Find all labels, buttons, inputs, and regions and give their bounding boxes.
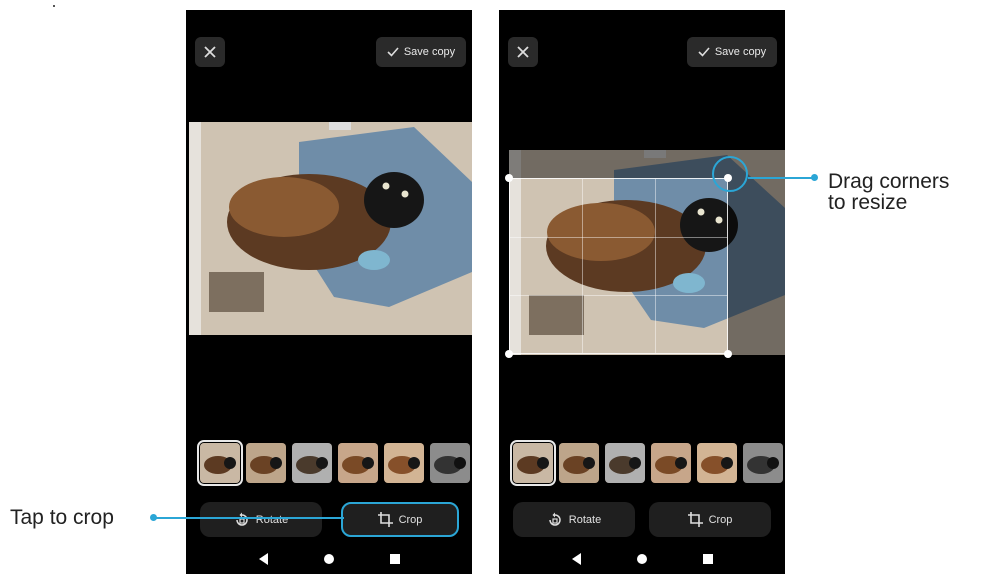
- rotate-button[interactable]: Rotate: [513, 502, 635, 537]
- phone-screen-crop-mode: Save copy Rotate Crop: [499, 10, 785, 574]
- drag-corners-callout-line2: to resize: [828, 191, 908, 214]
- crop-handle-bottom-left[interactable]: [505, 350, 513, 358]
- tap-to-crop-callout: Tap to crop: [10, 506, 114, 529]
- rotate-icon: [549, 512, 561, 526]
- save-copy-label: Save copy: [403, 46, 456, 58]
- close-button[interactable]: [195, 37, 225, 67]
- phone-screen-before-crop: Save copy Rotate Crop: [186, 10, 472, 574]
- crop-label: Crop: [708, 513, 733, 526]
- filter-thumbnail[interactable]: [743, 443, 783, 483]
- system-nav-bar: [499, 545, 785, 573]
- filter-thumbnail[interactable]: [651, 443, 691, 483]
- nav-home-icon[interactable]: [323, 554, 334, 564]
- nav-back-icon[interactable]: [258, 553, 268, 565]
- close-icon: [517, 46, 529, 58]
- crop-frame[interactable]: [509, 178, 728, 354]
- rotate-label: Rotate: [568, 513, 602, 526]
- close-button[interactable]: [508, 37, 538, 67]
- system-nav-bar: [186, 545, 472, 573]
- rotate-icon: [236, 512, 248, 526]
- crop-handle-bottom-right[interactable]: [724, 350, 732, 358]
- filter-thumbnail[interactable]: [559, 443, 599, 483]
- rotate-label: Rotate: [255, 513, 289, 526]
- drag-corners-callout-line1: Drag corners: [828, 170, 950, 193]
- save-copy-label: Save copy: [714, 46, 767, 58]
- nav-recent-icon[interactable]: [702, 554, 713, 564]
- save-copy-button[interactable]: Save copy: [376, 37, 466, 67]
- filter-thumbnail-strip: [510, 440, 785, 486]
- callout-line: [154, 517, 344, 519]
- filter-thumbnail-strip: [197, 440, 472, 486]
- filter-thumbnail[interactable]: [430, 443, 470, 483]
- crop-button[interactable]: Crop: [341, 502, 459, 537]
- tutorial-canvas: Save copy Rotate Crop Save copy Rotate C…: [0, 0, 983, 574]
- crop-grid-line: [655, 179, 656, 353]
- crop-icon: [687, 512, 703, 527]
- filter-thumbnail[interactable]: [605, 443, 645, 483]
- filter-thumbnail[interactable]: [197, 440, 243, 486]
- nav-back-icon[interactable]: [571, 553, 581, 565]
- check-icon: [387, 47, 399, 57]
- check-icon: [698, 47, 710, 57]
- filter-thumbnail[interactable]: [292, 443, 332, 483]
- crop-grid-line: [582, 179, 583, 353]
- nav-recent-icon[interactable]: [389, 554, 400, 564]
- crop-grid-line: [510, 295, 727, 296]
- crop-icon: [377, 512, 393, 527]
- cat-photo: [189, 122, 472, 335]
- crop-outside-shade: [728, 178, 785, 355]
- filter-thumbnail[interactable]: [697, 443, 737, 483]
- crop-handle-top-left[interactable]: [505, 174, 513, 182]
- filter-thumbnail[interactable]: [510, 440, 556, 486]
- close-icon: [204, 46, 216, 58]
- crop-button[interactable]: Crop: [649, 502, 771, 537]
- crop-grid-line: [510, 237, 727, 238]
- filter-thumbnail[interactable]: [246, 443, 286, 483]
- stray-mark: [53, 5, 55, 7]
- callout-line: [748, 177, 814, 179]
- filter-thumbnail[interactable]: [384, 443, 424, 483]
- filter-thumbnail[interactable]: [338, 443, 378, 483]
- save-copy-button[interactable]: Save copy: [687, 37, 777, 67]
- corner-highlight-ring: [712, 156, 748, 192]
- callout-dot: [811, 174, 818, 181]
- rotate-button[interactable]: Rotate: [200, 502, 322, 537]
- nav-home-icon[interactable]: [636, 554, 647, 564]
- crop-label: Crop: [398, 513, 423, 526]
